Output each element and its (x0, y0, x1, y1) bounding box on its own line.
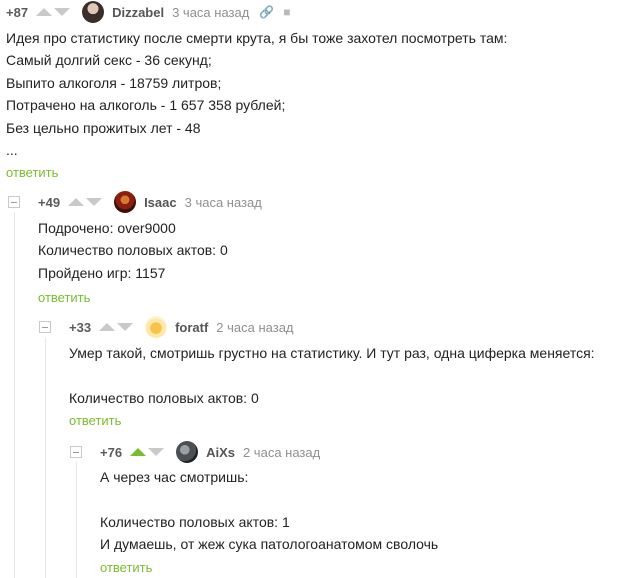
comment-author[interactable]: AiXs (206, 445, 235, 460)
comment-line: Пройдено игр: 1157 (38, 264, 166, 281)
upvote-icon[interactable] (36, 8, 53, 16)
downvote-icon[interactable] (54, 8, 71, 16)
comment-author[interactable]: foratf (175, 320, 208, 335)
comment-line: ... (6, 141, 18, 158)
comment-line: Без цельно прожитых лет - 48 (6, 119, 201, 136)
upvote-icon[interactable] (130, 448, 147, 456)
comment-header: +49 Isaac 3 часа назад (38, 191, 272, 213)
collapse-toggle[interactable] (8, 196, 20, 208)
comment-line: Количество половых актов: 1 (100, 513, 290, 530)
comment-text: А через час смотришь: Количество половых… (100, 466, 438, 556)
reply-link[interactable]: ответить (6, 165, 58, 180)
comment-rating: +76 (100, 444, 123, 460)
avatar[interactable] (82, 1, 105, 23)
comment-rating: +87 (6, 4, 29, 20)
thread-branch-line[interactable] (45, 337, 46, 578)
comment-time[interactable]: 3 часа назад (185, 195, 262, 210)
upvote-icon[interactable] (68, 198, 85, 206)
comment-line: Количество половых актов: 0 (38, 242, 228, 259)
comment-text: Идея про статистику после смерти крута, … (6, 27, 507, 161)
collapse-toggle[interactable] (70, 446, 82, 458)
downvote-icon[interactable] (86, 198, 103, 206)
comment-line: И думаешь, от жеж сука патологоанатомом … (100, 536, 439, 553)
comment-line: Идея про статистику после смерти крута, … (6, 30, 508, 46)
comment-time[interactable]: 3 часа назад (172, 5, 249, 20)
comment-author[interactable]: Dizzabel (112, 5, 164, 20)
downvote-icon[interactable] (148, 448, 165, 456)
comment-header: +87 Dizzabel 3 часа назад 🔗 ■ (6, 1, 300, 23)
comment-line (69, 364, 595, 386)
comment-line: Выпито алкоголя - 18759 литров; (6, 74, 222, 91)
comment-header: +76 AiXs 2 часа назад (100, 441, 330, 463)
comment-line: Умер такой, смотришь грустно на статисти… (69, 345, 595, 361)
comment-author[interactable]: Isaac (144, 195, 177, 210)
comment-time[interactable]: 2 часа назад (243, 445, 320, 460)
comment-line: Самый долгий секс - 36 секунд; (6, 52, 212, 69)
downvote-icon[interactable] (117, 323, 134, 331)
comment-text: Подрочено: over9000 Количество половых а… (38, 217, 228, 284)
comment-line: А через час смотришь: (100, 469, 249, 485)
thread-branch-line[interactable] (14, 212, 15, 578)
comment-line: Подрочено: over9000 (38, 220, 176, 236)
comment-line: Количество половых актов: 0 (69, 389, 259, 406)
comment-header: +33 foratf 2 часа назад (69, 316, 304, 338)
comment-rating: +33 (69, 319, 92, 335)
thread-branch-line[interactable] (76, 462, 77, 578)
comment-line (100, 488, 438, 510)
collapse-toggle[interactable] (39, 321, 51, 333)
avatar[interactable] (145, 316, 168, 338)
save-icon[interactable]: ■ (283, 5, 290, 19)
upvote-icon[interactable] (99, 323, 116, 331)
reply-link[interactable]: ответить (69, 413, 121, 428)
avatar[interactable] (114, 191, 137, 213)
reply-link[interactable]: ответить (100, 560, 152, 575)
avatar[interactable] (176, 441, 199, 463)
comment-rating: +49 (38, 194, 61, 210)
comment-text: Умер такой, смотришь грустно на статисти… (69, 342, 595, 409)
link-icon[interactable]: 🔗 (259, 5, 274, 19)
comment-line: Потрачено на алкоголь - 1 657 358 рублей… (6, 97, 286, 114)
reply-link[interactable]: ответить (38, 290, 90, 305)
comment-time[interactable]: 2 часа назад (216, 320, 293, 335)
